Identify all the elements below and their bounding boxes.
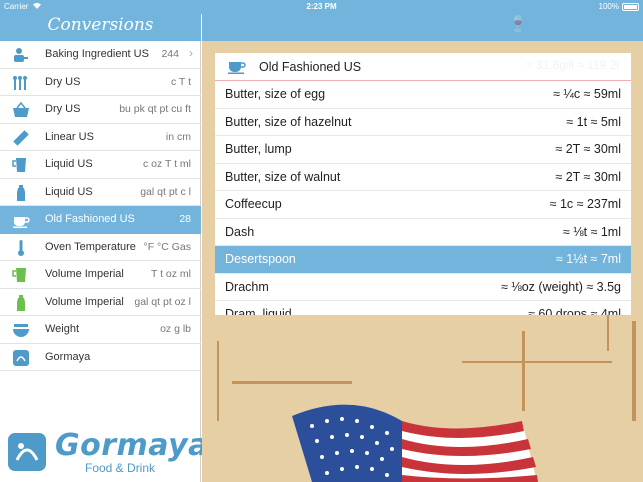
menu-item-label: Baking Ingredient US <box>45 48 149 60</box>
menu-item-dry-us-spoons[interactable]: Dry US c T t <box>0 69 201 96</box>
menu-item-label: Linear US <box>45 130 94 143</box>
milk-bottle-icon <box>12 184 30 202</box>
menu-item-dry-us-bulk[interactable]: Dry US bu pk qt pt cu ft <box>0 96 201 124</box>
menu-item-label: Weight <box>45 323 80 335</box>
brand-tagline: Food & Drink <box>85 461 156 475</box>
conversion-row[interactable]: Coffeecup ≈ 1c ≈ 237ml <box>215 191 631 219</box>
conversion-row-label: Butter, lump <box>225 142 292 156</box>
conversion-row-label: Coffeecup <box>225 197 282 211</box>
conversion-list: Butter, size of egg ≈ ¼c ≈ 59ml Butter, … <box>215 81 631 315</box>
conversion-row-label: Butter, size of egg <box>225 87 326 101</box>
battery-icon <box>622 3 639 11</box>
sidebar-title: Conversions <box>47 15 154 35</box>
conversion-row[interactable]: Drachm ≈ ⅛oz (weight) ≈ 3.5g <box>215 274 631 301</box>
ruler-icon <box>12 129 30 147</box>
conversion-row-label: Desertspoon <box>225 252 296 266</box>
conversion-row[interactable]: Butter, size of hazelnut ≈ 1t ≈ 5ml <box>215 109 631 136</box>
conversion-row-value: ≈ ¼c ≈ 59ml <box>553 87 621 101</box>
menu-item-detail: oz g lb <box>160 323 191 335</box>
menu-item-label: Liquid US <box>45 158 93 170</box>
menu-item-detail: T t oz ml <box>150 268 191 280</box>
sidebar: Conversions Baking Ingredient US 244 › D… <box>0 0 208 482</box>
conversion-row-label: Drachm <box>225 279 269 294</box>
measuring-cup-icon <box>12 156 30 174</box>
menu-item-label: Volume Imperial <box>45 268 124 280</box>
status-time: 2:23 PM <box>306 2 337 11</box>
menu-item-label: Oven Temperature <box>45 240 136 253</box>
menu-item-detail: in cm <box>165 130 191 143</box>
menu-item-volume-imperial-bottle[interactable]: Volume Imperial gal qt pt oz l <box>0 289 201 316</box>
brand-name: Gormaya <box>55 428 209 463</box>
measuring-jug-icon <box>12 266 30 284</box>
conversion-row-selected[interactable]: Desertspoon ≈ 1½t ≈ 7ml <box>215 246 631 274</box>
chevron-right-icon: › <box>189 46 193 60</box>
menu-item-liquid-us-bottle[interactable]: Liquid US gal qt pt c l <box>0 179 201 206</box>
thermometer-icon <box>12 239 30 257</box>
conversion-menu: Baking Ingredient US 244 › Dry US c T t … <box>0 41 201 371</box>
menu-item-detail: c oz T t ml <box>142 158 191 170</box>
menu-item-label: Old Fashioned US <box>45 213 135 225</box>
card-title: Old Fashioned US <box>259 60 362 74</box>
battery-percent: 100% <box>598 2 619 11</box>
utensils-icon <box>12 74 30 92</box>
conversion-row-value: ≈ 1½t ≈ 7ml <box>555 252 621 266</box>
conversion-card: Old Fashioned US ≈ 31.6gill ≈ 119.2l But… <box>215 53 631 315</box>
card-header-ghost-value: ≈ 31.6gill ≈ 119.2l <box>525 58 619 72</box>
menu-item-detail: gal qt pt c l <box>140 185 191 198</box>
conversion-row[interactable]: Butter, size of egg ≈ ¼c ≈ 59ml <box>215 81 631 109</box>
menu-item-detail: gal qt pt oz l <box>134 295 191 308</box>
teacup-icon <box>12 211 30 229</box>
menu-item-detail: c T t <box>170 75 191 88</box>
menu-item-oven-temperature[interactable]: Oven Temperature °F °C Gas <box>0 234 201 261</box>
conversion-row-value: ≈ 60 drops ≈ 4ml <box>528 307 621 315</box>
brand-footer: Gormaya Food & Drink <box>5 428 208 476</box>
conversion-row-value: ≈ 1c ≈ 237ml <box>549 197 621 211</box>
card-header: Old Fashioned US ≈ 31.6gill ≈ 119.2l <box>215 53 631 81</box>
scale-icon <box>12 321 30 339</box>
conversion-row-label: Butter, size of walnut <box>225 169 341 184</box>
conversion-row-label: Dash <box>225 224 255 239</box>
menu-item-gormaya[interactable]: Gormaya <box>0 344 201 371</box>
conversion-row-label: Dram, liquid <box>225 307 292 315</box>
menu-item-detail: bu pk qt pt cu ft <box>119 103 191 115</box>
conversion-row[interactable]: Dash ≈ ⅛t ≈ 1ml <box>215 219 631 246</box>
conversion-row-value: ≈ ⅛t ≈ 1ml <box>562 224 621 239</box>
menu-item-label: Dry US <box>45 103 81 115</box>
conversion-row-value: ≈ ⅛oz (weight) ≈ 3.5g <box>500 279 621 294</box>
conversion-row-value: ≈ 1t ≈ 5ml <box>566 114 621 129</box>
menu-item-liquid-us-cup[interactable]: Liquid US c oz T t ml <box>0 151 201 179</box>
conversion-row[interactable]: Dram, liquid ≈ 60 drops ≈ 4ml <box>215 301 631 315</box>
menu-item-detail: °F °C Gas <box>143 240 192 253</box>
menu-item-detail: 28 <box>179 213 191 225</box>
conversion-row[interactable]: Butter, size of walnut ≈ 2T ≈ 30ml <box>215 164 631 191</box>
menu-item-label: Volume Imperial <box>45 295 124 308</box>
baking-ingredient-icon <box>12 46 30 64</box>
gormaya-logo-icon <box>12 349 30 367</box>
conversion-row[interactable]: Butter, lump ≈ 2T ≈ 30ml <box>215 136 631 164</box>
menu-item-label: Liquid US <box>45 185 93 198</box>
menu-item-label: Gormaya <box>45 350 91 363</box>
menu-item-label: Dry US <box>45 75 81 88</box>
wine-glass-icon: 🍷 <box>508 16 528 33</box>
menu-item-weight[interactable]: Weight oz g lb <box>0 316 201 344</box>
gormaya-logo-icon <box>7 432 47 472</box>
menu-item-detail: 244 <box>161 48 179 60</box>
main-panel: 🍷 Old Fashioned US ≈ 31.6gill ≈ 119.2l B… <box>202 0 643 482</box>
conversion-row-label: Butter, size of hazelnut <box>225 114 352 129</box>
conversion-row-value: ≈ 2T ≈ 30ml <box>555 142 621 156</box>
menu-item-linear-us[interactable]: Linear US in cm <box>0 124 201 151</box>
basket-icon <box>12 101 30 119</box>
menu-item-old-fashioned-us[interactable]: Old Fashioned US 28 <box>0 206 201 234</box>
menu-item-baking-ingredient-us[interactable]: Baking Ingredient US 244 › <box>0 41 201 69</box>
status-bar: Carrier 2:23 PM 100% <box>0 0 643 14</box>
conversion-row-value: ≈ 2T ≈ 30ml <box>555 169 621 184</box>
menu-item-volume-imperial-jug[interactable]: Volume Imperial T t oz ml <box>0 261 201 289</box>
teacup-icon <box>227 59 247 75</box>
bottle-icon <box>12 294 30 312</box>
